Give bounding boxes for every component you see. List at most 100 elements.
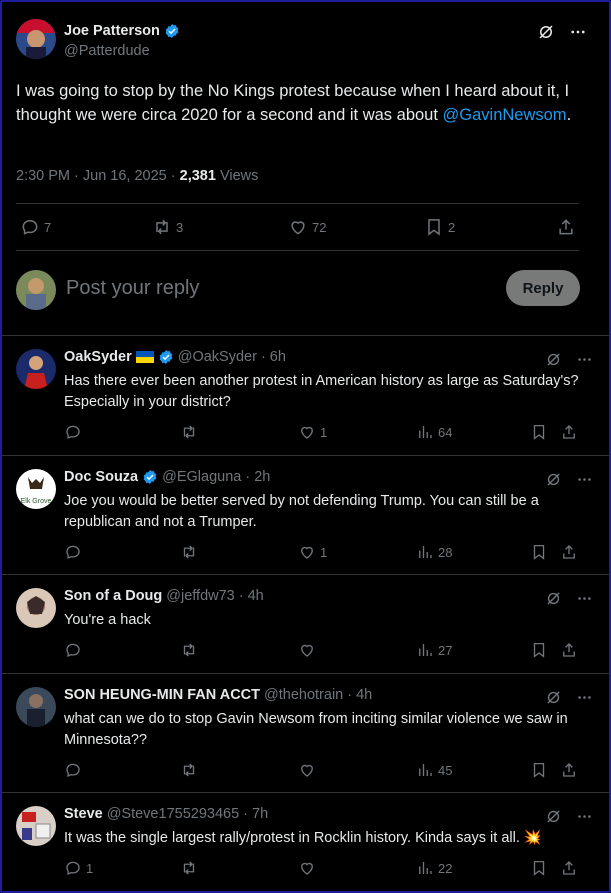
repost-action[interactable]: 3 [152,217,183,237]
more-options-icon[interactable] [576,689,593,706]
reply-handle[interactable]: @Steve1755293465 · 7h [107,806,268,822]
reply-action[interactable] [64,543,86,561]
views-action[interactable]: 28 [416,543,452,561]
repost-action[interactable] [180,641,202,659]
reply-icon [64,641,82,659]
bookmark-action[interactable] [530,641,548,659]
reply-item[interactable]: OakSyder @OakSyder · 6h Has there ever b… [2,335,609,455]
bookmark-action[interactable]: 2 [424,217,455,237]
more-options-icon[interactable] [569,23,587,41]
reply-author-name[interactable]: SON HEUNG-MIN FAN ACCT [64,687,260,703]
reply-action[interactable]: 7 [20,217,51,237]
grok-icon[interactable] [545,351,562,368]
author-name[interactable]: Joe Patterson [64,23,180,39]
reply-author-name[interactable]: Steve [64,806,103,822]
verified-badge-icon [142,469,158,485]
more-options-icon[interactable] [576,351,593,368]
reply-avatar[interactable] [16,687,56,727]
user-avatar[interactable] [16,270,56,310]
like-action[interactable] [298,641,320,659]
reply-actions: 1 28 [64,543,587,563]
like-action[interactable] [298,859,320,877]
more-options-icon[interactable] [576,808,593,825]
bookmark-action[interactable] [530,543,548,561]
repost-action[interactable] [180,423,202,441]
reply-author-name[interactable]: Doc Souza [64,469,138,485]
grok-icon[interactable] [537,23,555,41]
views-count: 2,381 [179,168,216,184]
reply-actions: 1 22 [64,859,587,879]
repost-action[interactable] [180,761,202,779]
tweet-timestamp[interactable]: 2:30 PM · Jun 16, 2025 · [16,168,180,184]
reply-avatar[interactable] [16,588,56,628]
views-chart-icon [416,423,434,441]
reply-avatar[interactable] [16,806,56,846]
reply-item[interactable]: Elk Grove Doc Souza @EGlaguna · 2h Joe y… [2,455,609,575]
author-avatar[interactable] [16,19,56,59]
reply-item[interactable]: Son of a Doug @jeffdw73 · 4h You're a ha… [2,574,609,673]
like-action[interactable] [298,761,320,779]
repost-action[interactable] [180,859,202,877]
reply-action[interactable] [64,423,86,441]
like-action[interactable]: 72 [288,217,326,237]
views-action[interactable]: 22 [416,859,452,877]
heart-icon [298,859,316,877]
reply-item[interactable]: SON HEUNG-MIN FAN ACCT @thehotrain · 4h … [2,673,609,793]
author-handle[interactable]: @Patterdude [64,43,150,59]
share-action[interactable] [560,543,578,561]
views-action[interactable]: 64 [416,423,452,441]
verified-badge-icon [158,349,174,365]
mention-link[interactable]: @GavinNewsom [443,106,567,124]
views-action[interactable]: 27 [416,641,452,659]
bookmark-action[interactable] [530,859,548,877]
divider [16,250,579,251]
grok-icon[interactable] [545,689,562,706]
more-options-icon[interactable] [576,471,593,488]
share-action[interactable] [560,641,578,659]
reply-handle[interactable]: @EGlaguna · 2h [162,469,270,485]
share-icon [560,761,578,779]
reply-action[interactable] [64,641,86,659]
share-action[interactable] [560,761,578,779]
views-action[interactable]: 45 [416,761,452,779]
heart-icon [298,423,316,441]
more-options-icon[interactable] [576,590,593,607]
reply-input[interactable]: Post your reply [66,277,199,300]
reply-handle[interactable]: @thehotrain · 4h [264,687,372,703]
reply-handle[interactable]: @jeffdw73 · 4h [166,588,263,604]
repost-icon [180,641,198,659]
like-action[interactable]: 1 [298,543,327,561]
reply-text: what can we do to stop Gavin Newsom from… [64,711,568,748]
repost-icon [180,761,198,779]
reply-author-name[interactable]: Son of a Doug [64,588,162,604]
repost-icon [152,217,172,237]
reply-text: It was the single largest rally/protest … [64,830,542,846]
bookmark-action[interactable] [530,761,548,779]
grok-icon[interactable] [545,471,562,488]
reply-action[interactable]: 1 [64,859,93,877]
verified-badge-icon [164,23,180,39]
share-action[interactable] [560,423,578,441]
ukraine-flag-icon [135,351,154,363]
reply-avatar[interactable]: Elk Grove [16,469,56,509]
heart-icon [298,761,316,779]
reply-button[interactable]: Reply [506,270,580,306]
reply-icon [20,217,40,237]
share-icon [560,543,578,561]
like-action[interactable]: 1 [298,423,327,441]
reply-handle[interactable]: @OakSyder · 6h [178,349,286,365]
grok-icon[interactable] [545,590,562,607]
share-action[interactable] [560,859,578,877]
share-action[interactable] [556,217,576,237]
bookmark-action[interactable] [530,423,548,441]
reply-avatar[interactable] [16,349,56,389]
repost-icon [180,543,198,561]
repost-action[interactable] [180,543,202,561]
reply-author-name[interactable]: OakSyder [64,349,132,365]
grok-icon[interactable] [545,808,562,825]
reply-actions: 45 [64,761,587,781]
reply-item[interactable]: Steve @Steve1755293465 · 7h It was the s… [2,792,609,891]
reply-icon [64,859,82,877]
reply-action[interactable] [64,761,86,779]
svg-text:Elk Grove: Elk Grove [21,498,52,505]
